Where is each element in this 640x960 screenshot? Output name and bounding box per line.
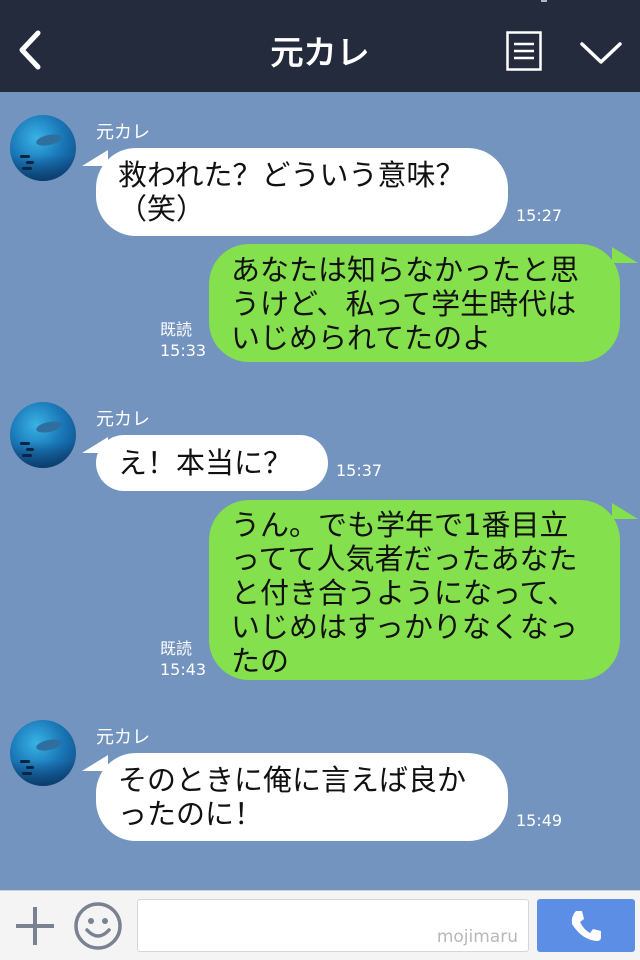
message-text: え！本当に？ <box>118 446 293 480</box>
avatar[interactable] <box>10 115 76 181</box>
watermark-text: mojimaru <box>436 927 518 947</box>
message-bubble-outgoing[interactable]: あなたは知らなかったと思 うけど、私って学生時代は いじめられてたのよ <box>209 244 620 362</box>
bubble-tail <box>612 247 638 263</box>
chat-title: 元カレ <box>270 33 370 72</box>
chat-header: 元カレ <box>0 0 640 92</box>
message-bubble-outgoing[interactable]: うん。でも学年で1番目立 ってて人気者だったあなた と付き合うようになって、 い… <box>209 500 620 680</box>
message-time: 15:43 <box>160 660 207 679</box>
message-time: 15:49 <box>516 811 563 830</box>
read-receipt: 既読 <box>160 639 193 658</box>
menu-button[interactable] <box>506 31 542 71</box>
message-time: 15:33 <box>160 341 207 360</box>
chat-area[interactable]: 元カレ 救われた？どういう意味？ （笑） 15:27 既読 15:33 あなたは… <box>0 92 640 890</box>
message-text: 救われた？どういう意味？ （笑） <box>118 158 465 226</box>
sender-name: 元カレ <box>96 727 150 748</box>
message-time: 15:27 <box>516 206 563 225</box>
avatar[interactable] <box>10 402 76 468</box>
collapse-button[interactable] <box>578 36 624 70</box>
menu-icon <box>506 31 542 71</box>
message-text: うん。でも学年で1番目立 ってて人気者だったあなた と付き合うようになって、 い… <box>231 508 578 678</box>
message-text: あなたは知らなかったと思 うけど、私って学生時代は いじめられてたのよ <box>231 253 580 355</box>
sender-name: 元カレ <box>96 122 150 143</box>
message-bubble-incoming[interactable]: そのときに俺に言えば良か ったのに！ <box>96 753 508 841</box>
sticker-button[interactable] <box>73 901 123 951</box>
message-text: そのときに俺に言えば良か ったのに！ <box>118 763 467 831</box>
phone-icon <box>571 911 601 941</box>
chevron-down-icon <box>580 42 622 64</box>
smile-icon <box>74 902 122 950</box>
add-button[interactable] <box>14 905 56 947</box>
sender-name: 元カレ <box>96 409 150 430</box>
bubble-tail <box>612 503 638 519</box>
read-receipt: 既読 <box>160 320 193 339</box>
message-bubble-incoming[interactable]: 救われた？どういう意味？ （笑） <box>96 148 508 236</box>
call-button[interactable] <box>537 899 635 952</box>
input-bar: mojimaru <box>0 890 640 960</box>
message-time: 15:37 <box>336 461 383 480</box>
status-indicator <box>541 0 547 2</box>
avatar[interactable] <box>10 720 76 786</box>
plus-icon <box>16 907 54 945</box>
message-bubble-incoming[interactable]: え！本当に？ <box>96 435 328 491</box>
message-input[interactable]: mojimaru <box>137 899 529 952</box>
